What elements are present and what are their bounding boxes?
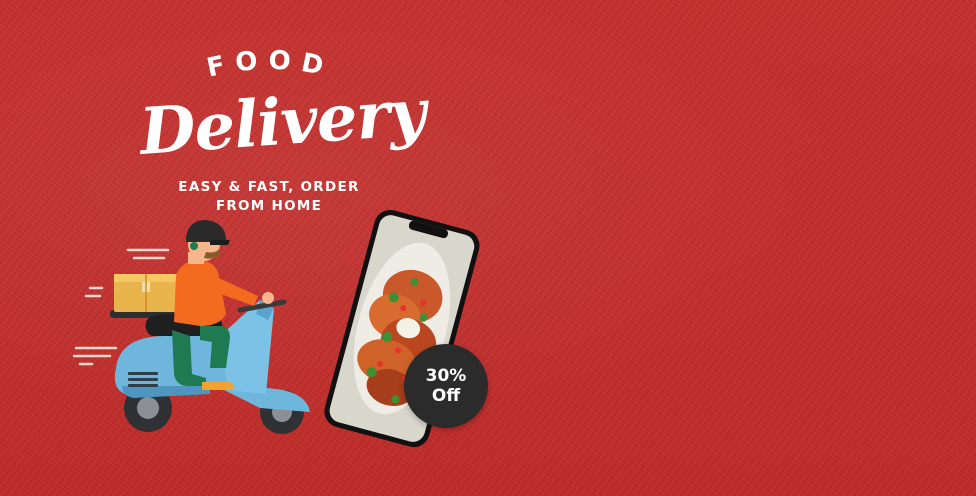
tagline-line-1: EASY & FAST, ORDER bbox=[178, 179, 360, 195]
discount-badge: 30% Off bbox=[404, 344, 488, 428]
food-delivery-banner: FOOD Delivery EASY & FAST, ORDER FROM HO… bbox=[0, 0, 976, 496]
discount-value: 30% bbox=[425, 366, 467, 386]
heading-delivery: Delivery bbox=[137, 75, 428, 170]
discount-label: Off bbox=[431, 386, 461, 406]
delivery-scooter-illustration bbox=[72, 220, 310, 434]
package-box bbox=[114, 274, 178, 312]
